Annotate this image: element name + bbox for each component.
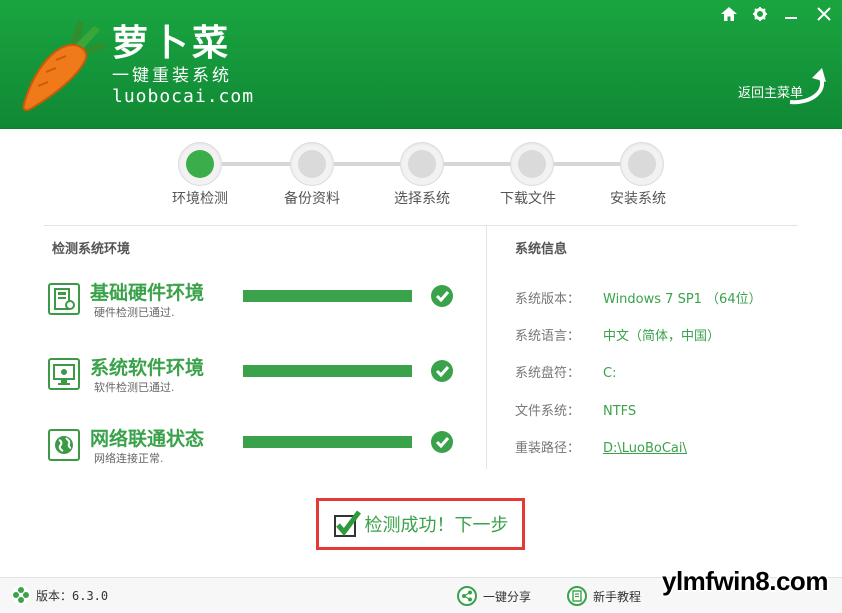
info-row-filesystem: 文件系统： NTFS [515,400,636,419]
step-node-download [510,142,554,186]
check-desc-hardware: 硬件检测已通过. [94,306,175,319]
check-item-network: 网络联通状态 网络连接正常. [48,428,468,476]
sysinfo-panel-title: 系统信息 [515,242,568,257]
check-ok-icon [431,285,453,307]
progress-bar-hardware [243,290,412,302]
info-value: 中文（简体，中国） [603,329,721,344]
progress-bar-software [243,365,412,377]
step-connector [442,162,512,166]
document-icon [567,586,587,606]
header-bar: 萝卜菜 一键重装系统 luobocai.com 返回主菜单 [0,0,842,129]
flower-logo-icon [12,586,30,604]
share-button[interactable]: 一键分享 [457,586,531,606]
info-key: 文件系统： [515,404,581,419]
section-divider [44,225,798,226]
close-icon [817,7,831,21]
step-label-install: 安装系统 [610,191,666,207]
tutorial-label: 新手教程 [593,589,642,604]
version-info: 版本：6.3.0 [12,586,108,604]
hardware-icon [48,283,80,315]
app-subtitle: 一键重装系统 [112,66,232,86]
check-item-software: 系统软件环境 软件检测已通过. [48,357,468,405]
step-connector [222,162,292,166]
info-value: NTFS [603,404,637,419]
home-button[interactable] [713,0,744,28]
step-label-download: 下载文件 [500,191,556,207]
info-value: Windows 7 SP1 （64位） [603,292,762,307]
step-label-select-system: 选择系统 [394,191,450,207]
minimize-icon [784,17,797,19]
info-key: 系统盘符： [515,366,581,381]
step-label-backup: 备份资料 [284,191,340,207]
gear-icon [752,7,767,21]
globe-icon [48,429,80,461]
check-item-hardware: 基础硬件环境 硬件检测已通过. [48,282,468,330]
check-desc-network: 网络连接正常. [94,452,164,465]
info-row-drive: 系统盘符： C: [515,362,616,381]
monitor-icon [48,358,80,390]
info-key: 系统版本： [515,292,581,307]
checkmark-icon [333,510,361,537]
step-label-env-check: 环境检测 [172,191,228,207]
window-controls [713,0,842,30]
back-to-main-menu-button[interactable]: 返回主菜单 [736,66,836,106]
carrot-logo-icon [22,20,106,112]
step-node-select-system [400,142,444,186]
step-node-env-check [178,142,222,186]
share-label: 一键分享 [483,589,532,604]
check-title-hardware: 基础硬件环境 [90,282,205,304]
check-ok-icon [431,360,453,382]
info-row-version: 系统版本： Windows 7 SP1 （64位） [515,288,762,307]
next-step-button[interactable]: 检测成功！下一步 [323,505,518,543]
detect-panel-title: 检测系统环境 [52,242,131,257]
check-title-network: 网络联通状态 [90,428,205,450]
app-title: 萝卜菜 [112,23,233,64]
check-ok-icon [431,431,453,453]
progress-steps: 环境检测 备份资料 选择系统 下载文件 安装系统 [0,130,842,220]
close-button[interactable] [806,0,842,28]
info-key: 系统语言： [515,329,581,344]
check-title-software: 系统软件环境 [90,357,205,379]
next-button-highlight: 检测成功！下一步 [316,498,525,550]
settings-button[interactable] [744,0,775,28]
home-icon [720,7,737,21]
minimize-button[interactable] [775,0,806,28]
step-node-install [620,142,664,186]
watermark-text: ylmfwin8.com [662,566,828,596]
app-domain: luobocai.com [112,86,255,107]
info-row-install-path: 重装路径： D:\LuoBoCai\ [515,437,687,456]
info-value: C: [603,366,617,381]
info-key: 重装路径： [515,441,581,456]
install-path-link[interactable]: D:\LuoBoCai\ [603,441,687,456]
step-connector [334,162,400,166]
panel-divider [486,226,487,469]
version-label: 版本：6.3.0 [36,588,109,603]
step-connector [554,162,620,166]
tutorial-button[interactable]: 新手教程 [567,586,641,606]
next-step-label: 检测成功！下一步 [364,515,509,536]
check-desc-software: 软件检测已通过. [94,381,175,394]
info-row-language: 系统语言： 中文（简体，中国） [515,325,720,344]
step-node-backup [290,142,334,186]
back-arrow-icon [789,68,826,105]
share-icon [457,586,477,606]
progress-bar-network [243,436,412,448]
